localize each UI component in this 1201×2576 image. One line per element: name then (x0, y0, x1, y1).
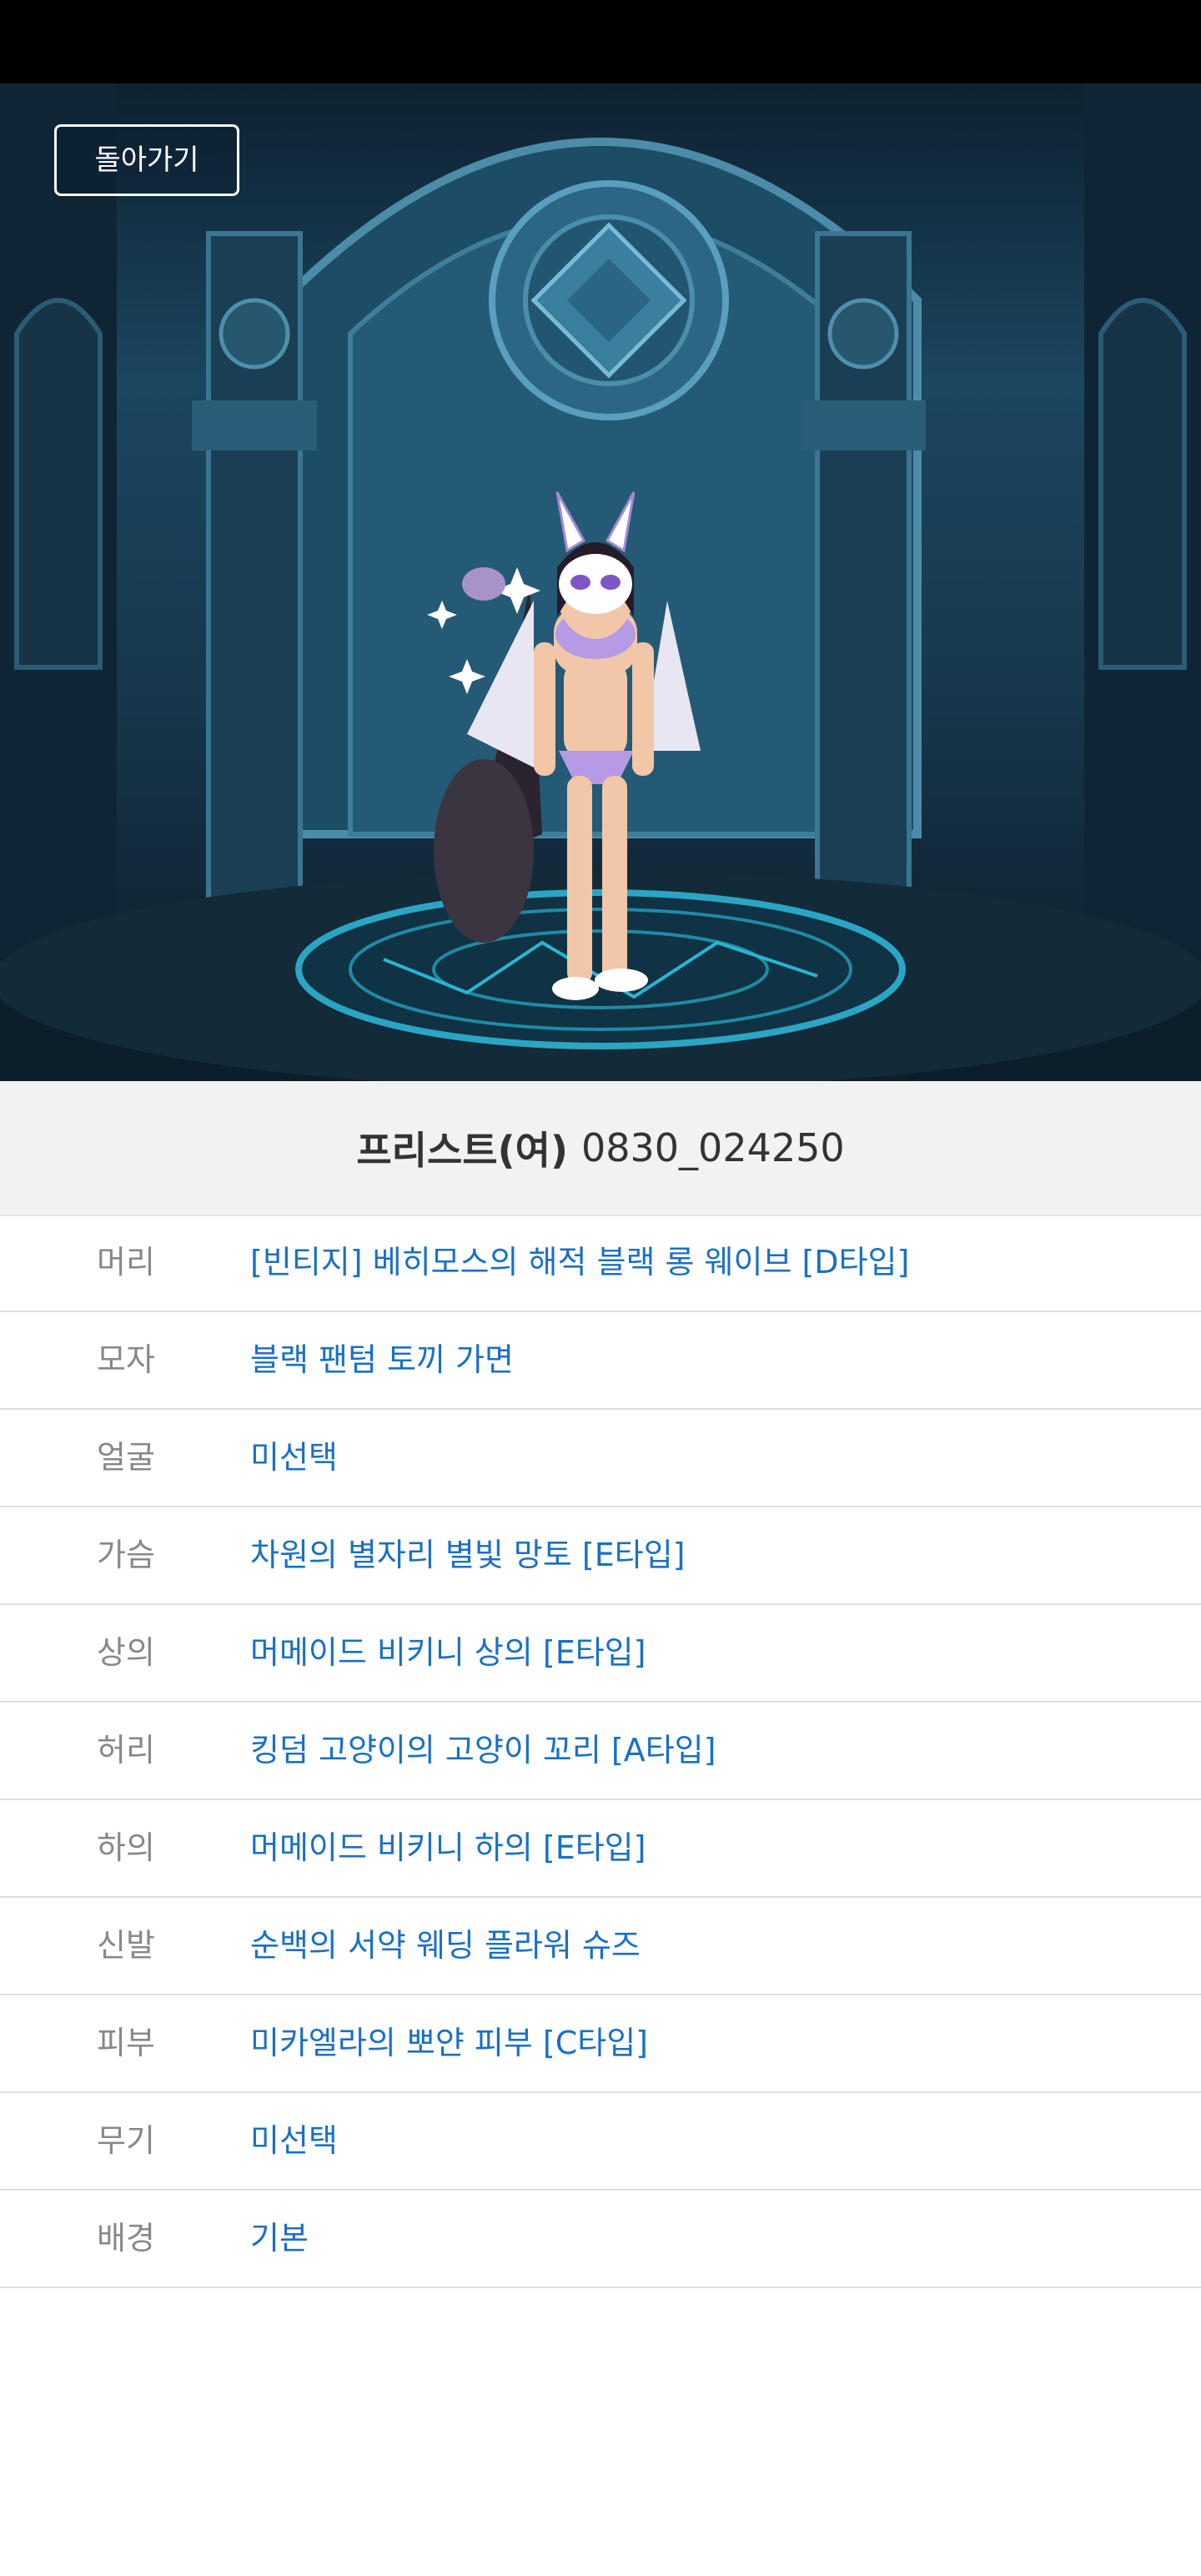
item-label: 신발 (97, 1927, 155, 1964)
list-item: 모자 블랙 팬텀 토끼 가면 (0, 1312, 1201, 1410)
list-item: 피부 미카엘라의 뽀얀 피부 [C타입] (0, 1995, 1201, 2093)
list-item: 가슴 차원의 별자리 별빛 망토 [E타입] (0, 1507, 1201, 1605)
item-label: 머리 (97, 1244, 155, 1280)
item-label: 상의 (97, 1634, 155, 1671)
item-label: 하의 (97, 1829, 155, 1866)
character-preview: 돌아가기 (0, 83, 1201, 1081)
item-label: 얼굴 (97, 1439, 155, 1476)
equipment-list: 머리 [빈티지] 베히모스의 해적 블랙 롱 웨이브 [D타입] 모자 블랙 팬… (0, 1215, 1201, 2288)
list-item: 허리 킹덤 고양이의 고양이 꼬리 [A타입] (0, 1703, 1201, 1800)
character-title: 프리스트(여) 0830_024250 (0, 1081, 1201, 1216)
top-bar (0, 0, 1201, 83)
item-value-link[interactable]: 머메이드 비키니 상의 [E타입] (250, 1605, 646, 1701)
back-button[interactable]: 돌아가기 (54, 124, 239, 196)
item-value-link[interactable]: [빈티지] 베히모스의 해적 블랙 롱 웨이브 [D타입] (250, 1215, 909, 1311)
item-value-link[interactable]: 차원의 별자리 별빛 망토 [E타입] (250, 1507, 686, 1603)
list-item: 신발 순백의 서약 웨딩 플라워 슈즈 (0, 1898, 1201, 1995)
item-value-link[interactable]: 순백의 서약 웨딩 플라워 슈즈 (250, 1898, 641, 1994)
class-name: 프리스트(여) (356, 1128, 568, 1173)
list-item: 머리 [빈티지] 베히모스의 해적 블랙 롱 웨이브 [D타입] (0, 1215, 1201, 1312)
item-value-link[interactable]: 미선택 (250, 1410, 338, 1506)
item-value-link[interactable]: 킹덤 고양이의 고양이 꼬리 [A타입] (250, 1703, 716, 1799)
item-value-link[interactable]: 기본 (250, 2191, 309, 2287)
item-label: 배경 (97, 2220, 155, 2257)
list-item: 하의 머메이드 비키니 하의 [E타입] (0, 1800, 1201, 1898)
list-item: 상의 머메이드 비키니 상의 [E타입] (0, 1605, 1201, 1703)
list-item: 얼굴 미선택 (0, 1410, 1201, 1507)
item-value-link[interactable]: 블랙 팬텀 토끼 가면 (250, 1312, 514, 1408)
preset-code: 0830_024250 (580, 1125, 845, 1170)
item-label: 무기 (97, 2122, 155, 2159)
list-item: 무기 미선택 (0, 2093, 1201, 2191)
item-value-link[interactable]: 머메이드 비키니 하의 [E타입] (250, 1800, 646, 1896)
list-item: 배경 기본 (0, 2191, 1201, 2288)
item-label: 피부 (97, 2025, 155, 2061)
item-label: 허리 (97, 1732, 155, 1768)
background-scene (0, 83, 1201, 1081)
item-value-link[interactable]: 미선택 (250, 2093, 338, 2189)
item-value-link[interactable]: 미카엘라의 뽀얀 피부 [C타입] (250, 1995, 648, 2091)
item-label: 모자 (97, 1341, 155, 1378)
item-label: 가슴 (97, 1537, 155, 1573)
